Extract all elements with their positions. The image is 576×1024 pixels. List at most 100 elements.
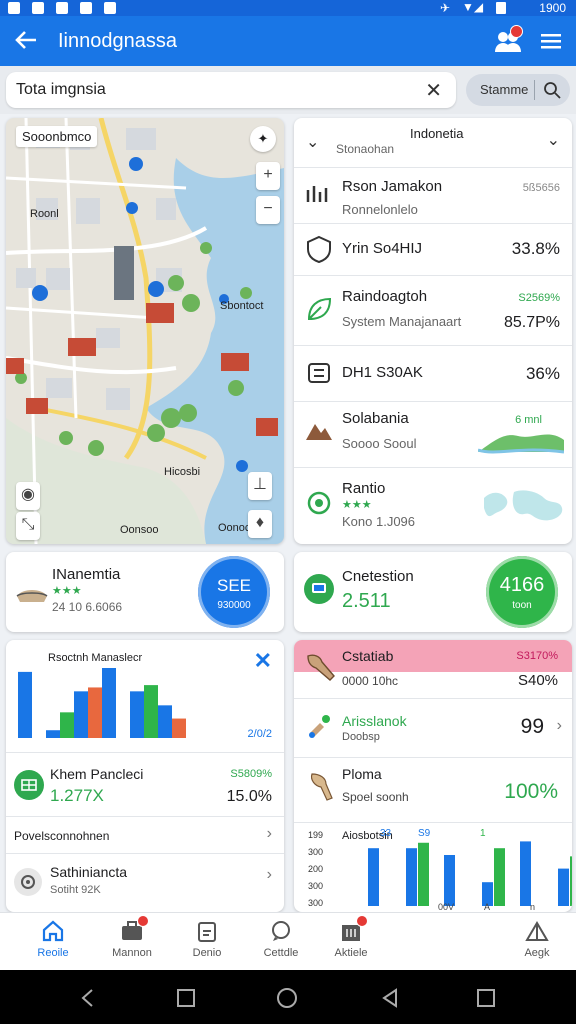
back-triangle-icon[interactable] bbox=[380, 988, 400, 1008]
list-item[interactable]: Solabania Soooo Sooul 6 mnl bbox=[294, 402, 572, 468]
nav-item-building[interactable]: Aktiele bbox=[310, 913, 392, 971]
list-item-sub: Ronnelonlelo bbox=[342, 202, 418, 217]
list-item[interactable]: Ploma Spoel soonh 100% bbox=[294, 758, 572, 822]
kpi-value: 1.277X bbox=[50, 786, 104, 805]
close-icon[interactable]: ✕ bbox=[254, 648, 272, 674]
chart-bar bbox=[368, 848, 379, 906]
home-button-icon[interactable] bbox=[276, 987, 298, 1009]
tv-icon bbox=[304, 574, 334, 604]
list-item[interactable]: Arisslanok Doobsp 99 › bbox=[294, 699, 572, 757]
search-icon[interactable] bbox=[542, 80, 562, 100]
ring-sub: 930000 bbox=[217, 600, 251, 611]
chevron-right-icon[interactable]: › bbox=[267, 825, 272, 843]
layers-icon[interactable]: ⊥ bbox=[248, 472, 272, 500]
chart-bar bbox=[130, 691, 144, 738]
stat-card[interactable]: Cnetestion 2.511 4166 toon bbox=[294, 552, 572, 632]
expand-icon[interactable]: ⤡ bbox=[16, 512, 40, 540]
location-icon[interactable]: ◉ bbox=[16, 482, 40, 510]
terrain-thumbnail bbox=[478, 434, 564, 454]
ring-sub: toon bbox=[512, 600, 532, 611]
stat-card[interactable]: INanemtia ★★★ 24 10 6.6066 SEE 930000 bbox=[6, 552, 284, 632]
map-place-label: Roonl bbox=[30, 208, 59, 220]
x-tick-label: 00V bbox=[438, 902, 454, 912]
list-item-sub: System Manajanaart bbox=[342, 314, 462, 329]
nav-item-denio[interactable]: Denio bbox=[166, 913, 248, 971]
list-title: Indonetia bbox=[410, 126, 464, 141]
chart-bar bbox=[60, 712, 74, 738]
grid-icon bbox=[14, 770, 44, 800]
clipboard-icon bbox=[195, 919, 219, 943]
list-item[interactable]: Rson Jamakon Ronnelonlelo 5ß5656 bbox=[294, 168, 572, 224]
pin-icon[interactable]: ♦ bbox=[248, 510, 272, 538]
chart-bar bbox=[158, 705, 172, 738]
world-map-thumbnail bbox=[484, 490, 563, 521]
row-title: Arisslanok bbox=[342, 713, 407, 729]
list-item[interactable]: Povelsconnohnen › bbox=[6, 817, 284, 853]
divider bbox=[534, 80, 535, 100]
zoom-out-button[interactable]: − bbox=[256, 196, 280, 224]
notification-icon bbox=[8, 2, 20, 14]
chevron-down-icon[interactable]: ⌄ bbox=[306, 132, 319, 152]
list-item-sub: Soooo Sooul bbox=[342, 436, 417, 451]
tool-icon bbox=[306, 770, 336, 804]
list-item-name: Povelsconnohnen bbox=[14, 829, 110, 843]
map-place-label: Oonsoo bbox=[120, 524, 159, 536]
list-item-name: Solabania bbox=[342, 410, 409, 427]
list-item-name: Sathiniancta bbox=[50, 864, 128, 880]
close-icon[interactable]: ✕ bbox=[425, 78, 442, 103]
back-arrow-icon[interactable] bbox=[12, 26, 42, 56]
list-item[interactable]: Sathiniancta Sotiht 92K › bbox=[6, 854, 284, 912]
list-item-value: 36% bbox=[525, 364, 560, 383]
progress-ring: 4166 toon bbox=[486, 556, 558, 628]
tool-icon bbox=[306, 711, 336, 741]
row-title: Ploma bbox=[342, 766, 382, 782]
data-label: 1 bbox=[480, 828, 486, 839]
recents-icon[interactable] bbox=[176, 988, 196, 1008]
recents-icon[interactable] bbox=[476, 988, 496, 1008]
row-title: Cstatiab bbox=[342, 648, 394, 664]
row-sub: Doobsp bbox=[342, 731, 380, 743]
stats-icon bbox=[304, 180, 334, 210]
row-value: 100% bbox=[504, 780, 558, 803]
tent-icon bbox=[525, 919, 549, 943]
list-subtitle: Stonaohan bbox=[336, 142, 395, 156]
list-item-value: 5ß5656 bbox=[522, 182, 560, 194]
list-header[interactable]: ⌄ Indonetia Stonaohan ⌄ bbox=[294, 118, 572, 168]
chart-bar bbox=[406, 848, 417, 906]
ring-value: 4166 bbox=[499, 574, 545, 596]
app-icon bbox=[104, 2, 116, 14]
list-item[interactable]: DH1 S30AK 36% bbox=[294, 346, 572, 402]
list-item[interactable]: Yrin So4HIJ 33.8% bbox=[294, 224, 572, 276]
chart-bar bbox=[494, 848, 505, 906]
chart-footnote: 2/0/2 bbox=[247, 728, 272, 740]
app-bar: Iinnodgnassa bbox=[0, 16, 576, 66]
chart-bar bbox=[74, 691, 88, 738]
back-icon[interactable] bbox=[78, 988, 98, 1008]
list-item[interactable]: Raindoagtoh System Manajanaart S2569% 85… bbox=[294, 276, 572, 346]
search-segment[interactable]: Stamme bbox=[466, 74, 570, 106]
nav-item-manager[interactable]: Mannon bbox=[91, 913, 173, 971]
map-canvas[interactable] bbox=[6, 118, 284, 544]
page-title: Iinnodgnassa bbox=[58, 30, 177, 52]
row-sub: 0000 10hc bbox=[342, 674, 399, 688]
row-value: 99 bbox=[520, 715, 544, 738]
nav-item-tent[interactable]: Aegk bbox=[496, 913, 576, 971]
map-view[interactable]: Sooonbmco Roonl Sbontoct Hicosbi Oonsoo … bbox=[6, 118, 284, 544]
kpi-label: Khem Pancleci bbox=[50, 766, 144, 782]
list-item[interactable]: Rantio ★★★ Kono 1.J096 bbox=[294, 468, 572, 544]
menu-icon[interactable] bbox=[538, 29, 564, 53]
zoom-in-button[interactable]: + bbox=[256, 162, 280, 190]
kpi-percent: 15.0% bbox=[226, 788, 272, 805]
compass-icon[interactable]: ✦ bbox=[250, 126, 276, 152]
chevron-right-icon[interactable]: › bbox=[267, 866, 272, 884]
search-input[interactable] bbox=[16, 79, 416, 101]
status-bar: ✈ ▼◢ 1900 bbox=[0, 0, 576, 16]
chevron-down-icon[interactable]: ⌄ bbox=[547, 130, 560, 150]
chart-bar bbox=[570, 856, 572, 906]
notification-badge bbox=[356, 915, 368, 927]
chevron-right-icon[interactable]: › bbox=[557, 717, 562, 735]
list-item-value: 33.8% bbox=[511, 239, 560, 258]
progress-ring: SEE 930000 bbox=[198, 556, 270, 628]
map-label: Sooonbmco bbox=[16, 126, 98, 147]
nav-item-home[interactable]: Reoile bbox=[12, 913, 94, 971]
